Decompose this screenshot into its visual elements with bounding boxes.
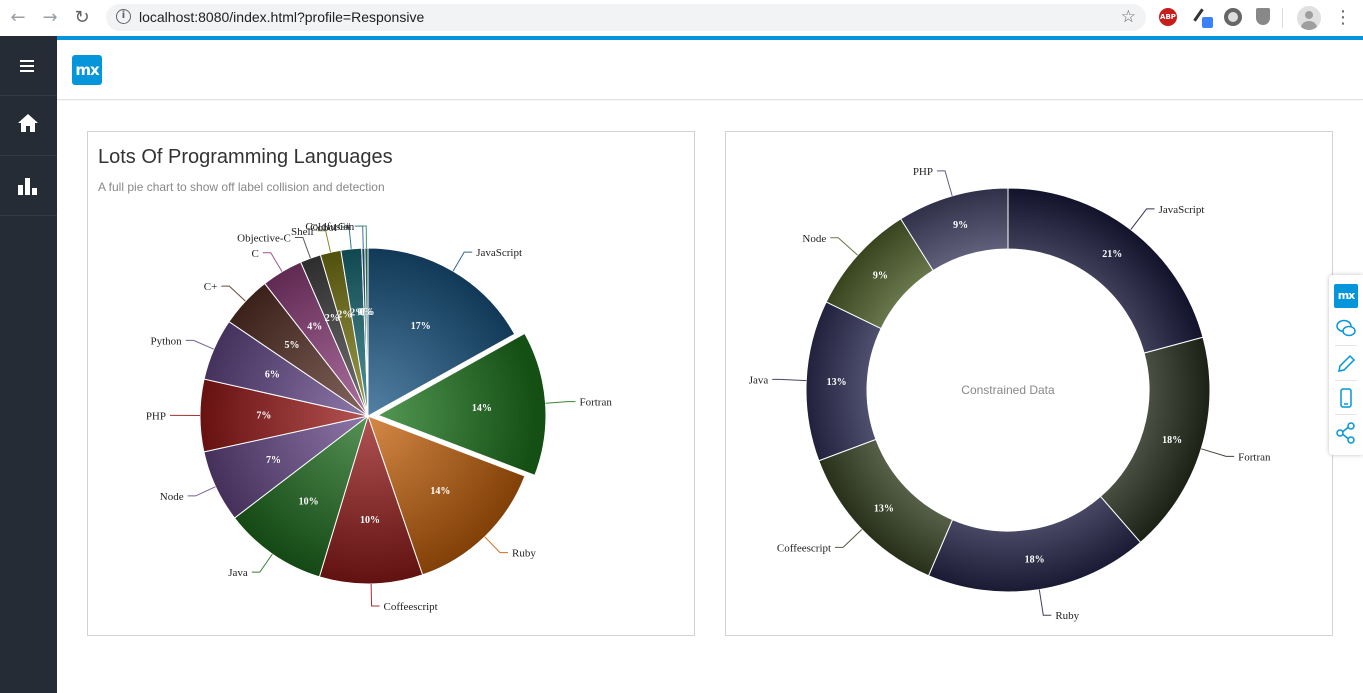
pie-slice-label: JavaScript — [476, 247, 522, 259]
pie-percent-label: 18% — [1025, 554, 1045, 565]
pie-slice-label: Python — [150, 335, 182, 347]
pie-slice-label: Objective-C — [237, 233, 291, 245]
pie-leader-line — [772, 378, 807, 382]
pie-percent-label: 5% — [284, 340, 299, 351]
pie-leader-line — [187, 486, 216, 497]
toolbar-divider — [1282, 8, 1283, 28]
app-header: mx — [57, 40, 1363, 100]
browser-menu-icon[interactable]: ⋮ — [1334, 6, 1352, 30]
pie-percent-label: 17% — [411, 321, 431, 332]
pie-percent-label: 13% — [874, 503, 894, 514]
pie-slice-label: Coffeescript — [384, 601, 438, 613]
forward-icon[interactable]: → — [38, 6, 62, 30]
pie-slice-label: Coldfusion — [305, 221, 354, 233]
pie-leader-line — [354, 225, 364, 249]
share-icon[interactable] — [1334, 421, 1358, 445]
pie-percent-label: 21% — [1102, 249, 1122, 260]
pie-leader-line — [221, 285, 246, 302]
browser-toolbar: ← → ↻ i localhost:8080/index.html?profil… — [0, 0, 1363, 36]
pie-percent-label: 9% — [873, 271, 888, 282]
sidebar-toggle[interactable] — [0, 36, 57, 96]
pie-percent-label: 0% — [360, 307, 375, 318]
reload-icon[interactable]: ↻ — [70, 6, 94, 30]
pie-slice-label: Java — [228, 567, 248, 579]
color-picker-icon[interactable] — [1193, 8, 1213, 28]
pie-leader-line — [835, 529, 863, 548]
pie-leader-line — [484, 536, 509, 554]
pie-chart: 17% JavaScript 14% Fortran 14% Ruby 10% Coffees… — [146, 221, 613, 613]
pie-slice-label: Ruby — [1055, 610, 1079, 622]
pie-slice-label: Coffeescript — [777, 542, 831, 554]
pie-slice-label: C — [251, 248, 258, 260]
back-icon[interactable]: ← — [6, 6, 30, 30]
sidebar-item-home[interactable] — [0, 96, 57, 156]
edit-pencil-icon[interactable] — [1334, 352, 1358, 376]
hamburger-menu-icon[interactable] — [20, 60, 34, 72]
pie-leader-line — [1038, 589, 1052, 616]
donut-center-label: Constrained Data — [961, 383, 1055, 397]
pie-slice-label: PHP — [913, 166, 933, 178]
mendix-logo[interactable]: mx — [72, 55, 102, 85]
pie-percent-label: 4% — [307, 322, 322, 333]
pie-slice-label: JavaScript — [1159, 204, 1205, 216]
pie-slice-ruby[interactable] — [927, 495, 1142, 593]
bar-chart-icon — [18, 178, 37, 195]
pie-slice-label: Fortran — [1238, 451, 1271, 463]
site-info-icon[interactable]: i — [116, 9, 131, 24]
toolbar-divider — [1335, 380, 1357, 381]
pie-leader-line — [262, 252, 283, 272]
mendix-toolbar-logo[interactable]: mx — [1334, 284, 1358, 308]
donut-chart-card: 21% JavaScript 18% Fortran 18% Ruby 13% Coffees… — [725, 131, 1333, 636]
pie-percent-label: 9% — [953, 220, 968, 231]
main-content: Lots Of Programming Languages A full pie… — [57, 101, 1363, 693]
pie-percent-label: 14% — [472, 403, 492, 414]
pie-percent-label: 6% — [265, 370, 280, 381]
pie-percent-label: 14% — [430, 486, 450, 497]
address-bar[interactable]: i localhost:8080/index.html?profile=Resp… — [106, 4, 1146, 31]
profile-avatar[interactable] — [1297, 6, 1321, 30]
mendix-side-toolbar: mx — [1329, 275, 1363, 455]
pie-leader-line — [251, 553, 273, 573]
mobile-device-icon[interactable] — [1334, 386, 1358, 410]
sidebar-item-charts[interactable] — [0, 156, 57, 216]
pie-percent-label: 7% — [256, 411, 271, 422]
pie-percent-label: 7% — [266, 455, 281, 466]
pie-leader-line — [1130, 208, 1155, 230]
pie-slice-label: C+ — [204, 281, 218, 293]
pie-leader-line — [185, 339, 215, 350]
toolbar-divider — [1335, 345, 1357, 346]
sidebar — [0, 36, 57, 693]
pie-slice-label: Fortran — [579, 397, 612, 409]
pie-leader-line — [937, 170, 953, 197]
pie-percent-label: 13% — [827, 377, 847, 388]
pie-leader-line — [452, 251, 473, 272]
pie-percent-label: 10% — [299, 497, 319, 508]
pie-leader-line — [370, 583, 380, 607]
pie-leader-line — [830, 237, 858, 256]
pie-percent-label: 18% — [1162, 435, 1182, 446]
url-text: localhost:8080/index.html?profile=Respon… — [139, 9, 425, 25]
donut-chart: 21% JavaScript 18% Fortran 18% Ruby 13% Coffees… — [749, 166, 1271, 622]
pie-slice-fortran[interactable] — [1099, 336, 1211, 544]
pie-percent-label: 10% — [360, 515, 380, 526]
toolbar-divider — [1335, 414, 1357, 415]
feedback-chat-icon[interactable] — [1334, 317, 1358, 341]
pie-leader-line — [545, 401, 576, 404]
pie-slice-label: Java — [749, 374, 769, 386]
adblock-plus-icon[interactable]: ABP — [1159, 8, 1177, 26]
shield-icon[interactable] — [1256, 8, 1270, 25]
pie-leader-line — [1201, 448, 1235, 457]
bookmark-star-icon[interactable]: ☆ — [1121, 7, 1136, 27]
pie-slice-label: Node — [802, 233, 826, 245]
pie-slice-label: Node — [160, 491, 184, 503]
pie-leader-line — [317, 230, 332, 253]
pie-slice-label: PHP — [146, 410, 166, 422]
pie-leader-line — [294, 237, 311, 259]
pie-chart-card: Lots Of Programming Languages A full pie… — [87, 131, 695, 636]
ring-icon[interactable] — [1224, 8, 1242, 26]
pie-slice-label: Ruby — [512, 548, 536, 560]
home-icon — [18, 114, 38, 132]
